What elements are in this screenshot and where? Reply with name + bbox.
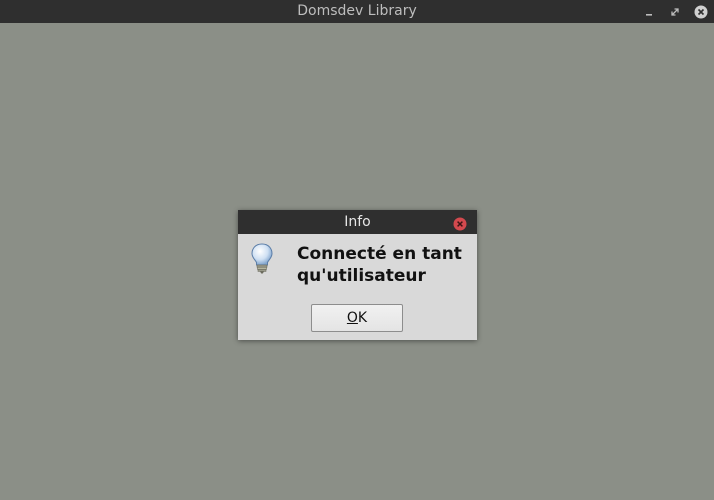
dialog-message: Connecté en tant qu'utilisateur [297, 243, 475, 287]
info-dialog: Info Connecté en tant qu'utilisateur OK [238, 210, 477, 340]
close-icon[interactable] [694, 5, 708, 19]
dialog-titlebar: Info [238, 210, 477, 234]
message-line-1: Connecté en tant [297, 244, 462, 264]
dialog-close-icon[interactable] [453, 215, 467, 231]
message-line-2: qu'utilisateur [297, 266, 426, 286]
minimize-icon[interactable] [642, 5, 656, 19]
dialog-title: Info [344, 214, 371, 230]
maximize-icon[interactable] [668, 5, 682, 19]
ok-label-rest: K [357, 310, 368, 326]
app-titlebar: Domsdev Library [0, 0, 714, 23]
window-title: Domsdev Library [297, 3, 417, 19]
dialog-body: Connecté en tant qu'utilisateur OK [238, 234, 477, 340]
window-controls [642, 0, 708, 23]
lightbulb-icon [250, 243, 274, 275]
ok-mnemonic: O [346, 310, 358, 326]
ok-button[interactable]: OK [311, 304, 403, 332]
